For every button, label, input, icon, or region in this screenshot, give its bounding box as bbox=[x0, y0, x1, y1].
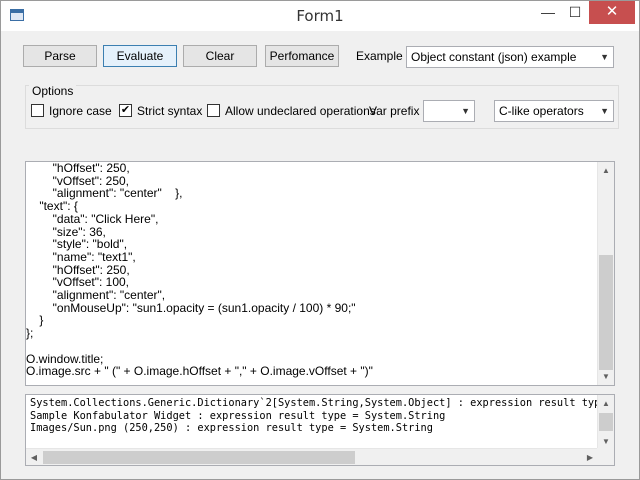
var-prefix-label: Var prefix bbox=[369, 104, 420, 118]
main-window: Form1 — ☐ ✕ Parse Evaluate Clear Perfoma… bbox=[0, 0, 640, 480]
chevron-down-icon: ▼ bbox=[600, 52, 609, 62]
output-text: System.Collections.Generic.Dictionary`2[… bbox=[30, 397, 607, 435]
editor-line: "text": { bbox=[26, 199, 78, 214]
ignore-case-label: Ignore case bbox=[49, 104, 112, 118]
scroll-down-icon[interactable]: ▼ bbox=[598, 368, 614, 385]
example-dropdown-value: Object constant (json) example bbox=[411, 50, 577, 64]
allow-undeclared-checkbox[interactable] bbox=[207, 104, 220, 117]
chevron-down-icon: ▼ bbox=[461, 106, 470, 116]
output-scroll-thumb[interactable] bbox=[599, 413, 613, 431]
options-title: Options bbox=[29, 84, 77, 98]
ignore-case-checkbox[interactable] bbox=[31, 104, 44, 117]
chevron-down-icon: ▼ bbox=[600, 106, 609, 116]
scroll-up-icon[interactable]: ▲ bbox=[598, 162, 614, 179]
maximize-button[interactable]: ☐ bbox=[562, 1, 588, 24]
editor-line: }; bbox=[26, 326, 34, 341]
title-bar[interactable]: Form1 — ☐ ✕ bbox=[1, 1, 639, 31]
editor-line: "alignment": "center" }, bbox=[26, 186, 183, 201]
parse-button[interactable]: Parse bbox=[23, 45, 97, 67]
editor-line: } bbox=[26, 313, 44, 328]
editor-scroll-thumb[interactable] bbox=[599, 255, 613, 370]
scroll-right-icon[interactable]: ▶ bbox=[582, 449, 598, 465]
editor-line: "hOffset": 250, bbox=[26, 161, 130, 175]
editor-line: "onMouseUp": "sun1.opacity = (sun1.opaci… bbox=[26, 300, 356, 315]
example-dropdown[interactable]: Object constant (json) example ▼ bbox=[406, 46, 614, 68]
output-hscroll-thumb[interactable] bbox=[43, 451, 355, 464]
strict-syntax-label: Strict syntax bbox=[137, 104, 203, 118]
checkmark-icon: ✔ bbox=[120, 104, 131, 116]
scroll-left-icon[interactable]: ◀ bbox=[26, 449, 42, 465]
editor-vertical-scrollbar[interactable]: ▲ ▼ bbox=[597, 162, 614, 385]
output-line: Sample Konfabulator Widget : expression … bbox=[30, 409, 446, 422]
minimize-button[interactable]: — bbox=[535, 1, 561, 24]
editor-line: "data": "Click Here", bbox=[26, 211, 159, 226]
operators-dropdown[interactable]: C-like operators ▼ bbox=[494, 100, 614, 122]
output-vertical-scrollbar[interactable]: ▲ ▼ bbox=[597, 395, 614, 450]
editor-line: O.image.src + " (" + O.image.hOffset + "… bbox=[26, 364, 373, 379]
performance-button[interactable]: Perfomance bbox=[265, 45, 339, 67]
example-label: Example bbox=[356, 49, 403, 63]
editor-line: "alignment": "center", bbox=[26, 288, 166, 303]
clear-button[interactable]: Clear bbox=[183, 45, 257, 67]
var-prefix-dropdown[interactable]: ▼ bbox=[423, 100, 475, 122]
evaluate-button[interactable]: Evaluate bbox=[103, 45, 177, 67]
operators-value: C-like operators bbox=[499, 104, 584, 118]
output-horizontal-scrollbar[interactable]: ◀ ▶ bbox=[26, 448, 598, 465]
close-button[interactable]: ✕ bbox=[589, 1, 635, 24]
result-output[interactable]: System.Collections.Generic.Dictionary`2[… bbox=[25, 394, 615, 466]
strict-syntax-checkbox[interactable]: ✔ bbox=[119, 104, 132, 117]
expression-editor[interactable]: "hOffset": 250, "vOffset": 250, "alignme… bbox=[25, 161, 615, 386]
editor-text: "hOffset": 250, "vOffset": 250, "alignme… bbox=[26, 162, 598, 378]
output-line: Images/Sun.png (250,250) : expression re… bbox=[30, 422, 433, 435]
allow-undeclared-label: Allow undeclared operations bbox=[225, 104, 376, 118]
scroll-corner bbox=[597, 448, 614, 465]
scroll-up-icon[interactable]: ▲ bbox=[598, 395, 614, 412]
editor-line: "name": "text1", bbox=[26, 249, 136, 264]
output-line: System.Collections.Generic.Dictionary`2[… bbox=[30, 397, 607, 409]
